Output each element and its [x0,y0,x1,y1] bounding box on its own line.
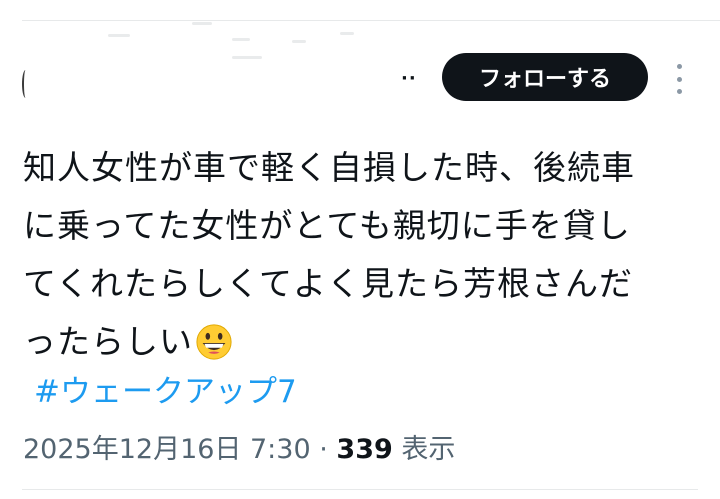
views-label: 表示 [401,434,456,465]
bottom-divider [22,489,698,490]
timestamp-link[interactable]: 2025年12月16日 7:30 [23,434,311,465]
tweet-line: てくれたらしくてよく見たら芳根さんだ [23,264,634,303]
tweet-line: 知人女性が車で軽く自損した時、後続車 [23,148,635,187]
tweet-line: ったらしい [23,322,193,361]
blurred-name-fragment [340,32,354,35]
tweet-meta: 2025年12月16日 7:30 · 339 表示 [23,427,455,466]
blurred-name-fragment [108,34,130,37]
blurred-name-fragment [192,22,212,25]
blurred-handle-fragment [232,56,262,59]
blurred-name-fragment [292,40,306,43]
blurred-name-fragment [232,38,250,41]
more-vertical-icon[interactable] [666,64,692,94]
views-count: 339 [336,434,393,465]
dot [676,76,682,82]
dot [676,89,682,94]
grinning-face-icon [196,324,232,360]
dot [676,64,682,69]
avatar[interactable] [22,70,29,98]
tweet-line: に乗ってた女性がとても親切に手を貸し [23,206,631,245]
follow-button[interactable]: フォローする [442,53,648,101]
hashtag-link[interactable]: #ウェークアップ7 [34,366,297,411]
top-divider [22,20,720,21]
meta-separator: · [319,434,328,465]
grok-more-icon[interactable]: ·· [401,68,417,89]
tweet-text: 知人女性が車で軽く自損した時、後続車 に乗ってた女性がとても親切に手を貸し てく… [23,139,713,371]
